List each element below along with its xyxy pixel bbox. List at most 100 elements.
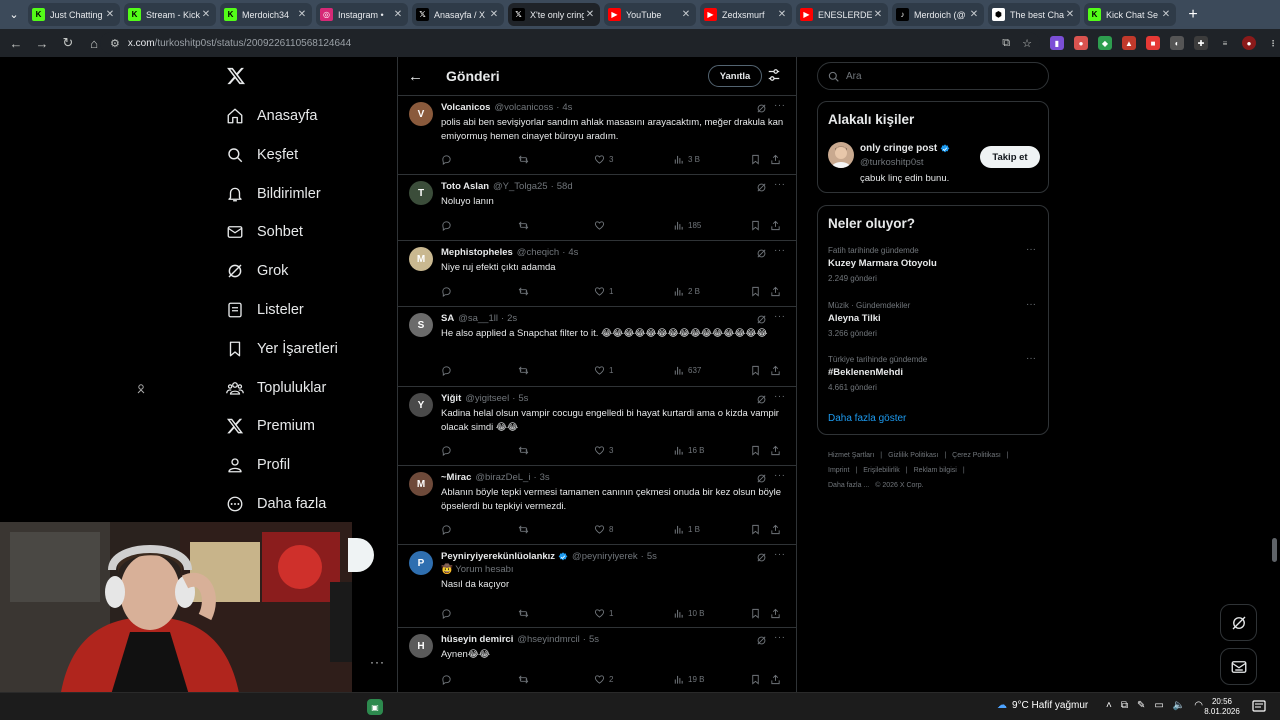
footer-link[interactable]: Çerez Politikası bbox=[952, 452, 1001, 459]
tab-close-icon[interactable]: ✕ bbox=[1160, 9, 1172, 20]
grok-icon[interactable] bbox=[756, 473, 767, 484]
tweet-timestamp[interactable]: 5s bbox=[647, 551, 657, 562]
install-app-icon[interactable]: ⧉ bbox=[1002, 37, 1010, 50]
bookmark-action[interactable] bbox=[750, 444, 765, 457]
more-options-icon[interactable]: ··· bbox=[774, 245, 786, 256]
tweet-author-name[interactable]: Mephistopheles bbox=[441, 247, 513, 258]
nav-item-communities[interactable]: Topluluklar bbox=[226, 373, 326, 403]
tweet-timestamp[interactable]: 4s bbox=[568, 247, 578, 258]
views-action[interactable]: 185 bbox=[673, 219, 701, 232]
views-action[interactable]: 10 B bbox=[673, 607, 704, 620]
avatar[interactable]: M bbox=[409, 472, 433, 496]
like-action[interactable]: 2 bbox=[594, 673, 613, 686]
reply-action[interactable] bbox=[441, 444, 456, 457]
nav-item-home[interactable]: Anasayfa bbox=[226, 101, 317, 131]
nav-item-list[interactable]: Listeler bbox=[226, 295, 304, 325]
browser-tab[interactable]: 𝕏 X'te only cringe✕ bbox=[508, 3, 600, 26]
browser-tab[interactable]: K Just Chatting ✕ bbox=[28, 3, 120, 26]
bookmark-action[interactable] bbox=[750, 364, 765, 377]
tab-close-icon[interactable]: ✕ bbox=[1064, 9, 1076, 20]
more-options-icon[interactable]: ··· bbox=[774, 179, 786, 190]
browser-tab[interactable]: K Stream - Kick ✕ bbox=[124, 3, 216, 26]
share-action[interactable] bbox=[770, 153, 785, 166]
extension-icon[interactable]: ● bbox=[1074, 36, 1088, 50]
tweet-timestamp[interactable]: 5s bbox=[518, 393, 528, 404]
adblock-extension-icon[interactable]: ■ bbox=[1146, 36, 1160, 50]
weather-widget[interactable]: ☁ 9°C Hafif yağmur bbox=[997, 700, 1088, 711]
bookmark-action[interactable] bbox=[750, 523, 765, 536]
browser-menu-icon[interactable]: ⋮ bbox=[1266, 36, 1280, 50]
bookmark-action[interactable] bbox=[750, 607, 765, 620]
reading-list-icon[interactable]: ≡ bbox=[1218, 36, 1232, 50]
extension-icon[interactable]: ▮ bbox=[1050, 36, 1064, 50]
avatar[interactable] bbox=[828, 142, 854, 168]
reply-action[interactable] bbox=[441, 285, 456, 298]
avatar[interactable]: M bbox=[409, 247, 433, 271]
grok-icon[interactable] bbox=[756, 248, 767, 259]
volume-icon[interactable]: 🔈 bbox=[1173, 700, 1185, 711]
search-input[interactable]: Ara bbox=[817, 62, 1049, 90]
extension-icon[interactable]: ▲ bbox=[1122, 36, 1136, 50]
views-action[interactable]: 2 B bbox=[673, 285, 700, 298]
reply-action[interactable] bbox=[441, 364, 456, 377]
reply-tweet[interactable]: Hhüseyin demirci @hseyindmrcil · 5s ··· Aynen… bbox=[398, 627, 796, 692]
post-button[interactable] bbox=[348, 538, 374, 572]
browser-tab[interactable]: K Merdoich34 ✕ bbox=[220, 3, 312, 26]
nav-item-search[interactable]: Keşfet bbox=[226, 140, 298, 170]
trend-name[interactable]: #BeklenenMehdi bbox=[828, 367, 903, 378]
trend-name[interactable]: Aleyna Tilki bbox=[828, 313, 881, 324]
nav-item-more-circle[interactable]: Daha fazla bbox=[226, 489, 326, 519]
related-user-name[interactable]: only cringe post bbox=[860, 143, 950, 154]
share-action[interactable] bbox=[770, 607, 785, 620]
browser-tab[interactable]: ♪ Merdoich (@ ✕ bbox=[892, 3, 984, 26]
tweet-author-handle[interactable]: @yigitseel bbox=[465, 393, 509, 404]
like-action[interactable]: 8 bbox=[594, 523, 613, 536]
avatar[interactable]: Y bbox=[409, 393, 433, 417]
share-action[interactable] bbox=[770, 444, 785, 457]
more-options-icon[interactable]: ··· bbox=[774, 632, 786, 643]
reply-tweet[interactable]: T Toto Aslan @Y_Tolga25 · 58d ··· Noluyo lanın… bbox=[398, 174, 796, 240]
bookmark-action[interactable] bbox=[750, 219, 765, 232]
views-action[interactable]: 19 B bbox=[673, 673, 704, 686]
extensions-puzzle-icon[interactable]: ✚ bbox=[1194, 36, 1208, 50]
reply-action[interactable] bbox=[441, 219, 456, 232]
reply-action[interactable] bbox=[441, 673, 456, 686]
bookmark-star-icon[interactable]: ☆ bbox=[1022, 37, 1032, 50]
views-action[interactable]: 16 B bbox=[673, 444, 704, 457]
like-action[interactable]: 1 bbox=[594, 607, 613, 620]
reply-tweet[interactable]: P Peyniryiyerekünlüolankız @peyniryiyerek ·… bbox=[398, 544, 796, 627]
tweet-author-name[interactable]: hüseyin demirci bbox=[441, 634, 513, 645]
tab-close-icon[interactable]: ✕ bbox=[392, 9, 404, 20]
follow-button[interactable]: Takip et bbox=[980, 146, 1040, 168]
browser-tab[interactable]: K Kick Chat Se ✕ bbox=[1084, 3, 1176, 26]
footer-link[interactable]: Hizmet Şartları bbox=[828, 452, 874, 459]
more-options-icon[interactable]: ··· bbox=[774, 549, 786, 560]
tab-close-icon[interactable]: ✕ bbox=[872, 9, 884, 20]
profile-avatar[interactable]: ● bbox=[1242, 36, 1256, 50]
reply-action[interactable] bbox=[441, 607, 456, 620]
repost-action[interactable] bbox=[518, 673, 533, 686]
footer-link[interactable]: Reklam bilgisi bbox=[914, 467, 957, 474]
footer-link[interactable]: Daha fazla ... bbox=[828, 482, 869, 489]
nav-item-person[interactable]: Profil bbox=[226, 450, 290, 480]
nav-item-grok[interactable]: Grok bbox=[226, 256, 288, 286]
reply-tweet[interactable]: S SA @sa__1ll · 2s ··· He also applied a Snapc… bbox=[398, 306, 796, 386]
reply-action[interactable] bbox=[441, 523, 456, 536]
grok-icon[interactable] bbox=[756, 314, 767, 325]
tweet-author-handle[interactable]: @cheqich bbox=[517, 247, 559, 258]
more-options-icon[interactable]: ··· bbox=[774, 100, 786, 111]
avatar[interactable]: H bbox=[409, 634, 433, 658]
bookmark-action[interactable] bbox=[750, 673, 765, 686]
tweet-author-handle[interactable]: @volcanicoss bbox=[494, 102, 553, 113]
tab-close-icon[interactable]: ✕ bbox=[776, 9, 788, 20]
tweet-author-handle[interactable]: @hseyindmrcil bbox=[517, 634, 579, 645]
taskbar-clock[interactable]: 20:56 8.01.2026 bbox=[1200, 697, 1244, 717]
footer-link[interactable]: Erişilebilirlik bbox=[863, 467, 900, 474]
tweet-author-name[interactable]: ~Mirac bbox=[441, 472, 471, 483]
reply-tweet[interactable]: V Volcanicos @volcanicoss · 4s ··· polis abi b… bbox=[398, 95, 796, 174]
nav-item-bell[interactable]: Bildirimler bbox=[226, 179, 321, 209]
back-arrow-icon[interactable]: ← bbox=[408, 68, 424, 85]
tweet-author-handle[interactable]: @birazDeL_i bbox=[475, 472, 530, 483]
footer-link[interactable]: Gizlilik Politikası bbox=[888, 452, 938, 459]
tweet-timestamp[interactable]: 2s bbox=[507, 313, 517, 324]
